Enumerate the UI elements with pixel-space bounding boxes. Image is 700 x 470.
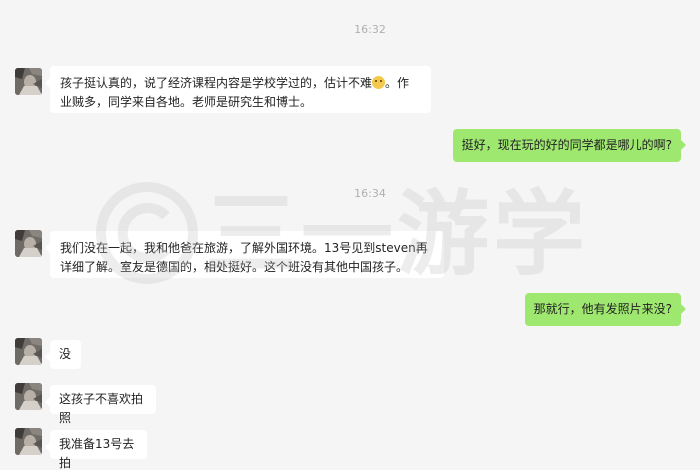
message-text: 我们没在一起，我和他爸在旅游，了解外国环境。13号见到steven再详细了解。室… [60, 241, 428, 274]
avatar[interactable] [15, 230, 42, 257]
avatar[interactable] [15, 383, 42, 410]
smiling-face-emoji-icon [372, 76, 386, 89]
sent-message[interactable]: 挺好，现在玩的好的同学都是哪儿的啊? [452, 129, 687, 162]
received-message[interactable]: 这孩子不喜欢拍照 [45, 385, 156, 425]
avatar-icon [15, 383, 42, 410]
message-text: 孩子挺认真的，说了经济课程内容是学校学过的，估计不难 [60, 76, 373, 90]
avatar[interactable] [15, 338, 42, 365]
message-text: 挺好，现在玩的好的同学都是哪儿的啊? [461, 138, 672, 152]
timestamp: 16:34 [354, 187, 386, 200]
message-text: 我准备13号去拍 [59, 437, 135, 470]
avatar[interactable] [15, 428, 42, 455]
message-text: 这孩子不喜欢拍照 [59, 392, 144, 425]
received-message[interactable]: 孩子挺认真的，说了经济课程内容是学校学过的，估计不难 。作业贼多，同学来自各地。老… [45, 66, 431, 113]
message-text: 那就行，他有发照片来没? [533, 302, 672, 316]
avatar-icon [15, 68, 42, 95]
sent-message[interactable]: 那就行，他有发照片来没? [524, 293, 687, 326]
message-text: 没 [59, 347, 72, 361]
avatar-icon [15, 428, 42, 455]
timestamp: 16:32 [354, 23, 386, 36]
received-message[interactable]: 没 [45, 340, 81, 369]
avatar-icon [15, 338, 42, 365]
received-message[interactable]: 我们没在一起，我和他爸在旅游，了解外国环境。13号见到steven再详细了解。室… [45, 231, 444, 278]
avatar-icon [15, 230, 42, 257]
received-message[interactable]: 我准备13号去拍 [45, 430, 147, 470]
avatar[interactable] [15, 68, 42, 95]
chat-window: 16:32 孩子挺认真的，说了经济课程内容是学校学过的，估计不难 。作业贼多，同学… [0, 0, 700, 470]
